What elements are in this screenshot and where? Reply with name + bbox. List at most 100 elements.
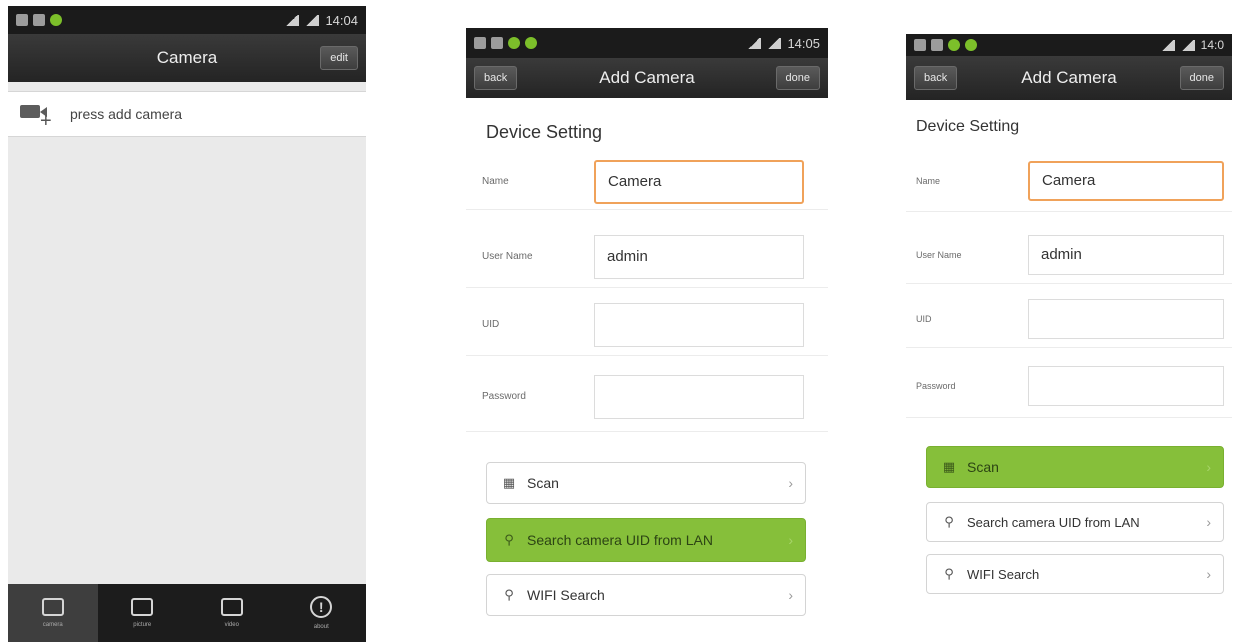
uid-input[interactable]	[1028, 298, 1224, 339]
status-time: 14:0	[1200, 38, 1224, 52]
page-title: Camera	[156, 48, 218, 67]
search-lan-button[interactable]: ⚲ Search camera UID from LAN ›	[486, 518, 806, 562]
cell-signal-icon	[305, 14, 320, 26]
wifi-search-button[interactable]: ⚲ WIFI Search ›	[926, 554, 1224, 594]
chevron-right-icon: ›	[1206, 514, 1211, 530]
wifi-search-label: WIFI Search	[527, 587, 605, 603]
search-icon: ⚲	[944, 514, 954, 529]
search-icon: ⚲	[944, 566, 954, 581]
username-label: User Name	[482, 251, 533, 262]
password-input[interactable]	[594, 374, 804, 419]
tab-video[interactable]: video	[187, 584, 277, 642]
usb-icon	[474, 37, 486, 49]
wifi-signal-icon	[1160, 39, 1175, 51]
password-field-row: Password	[466, 362, 828, 432]
scan-label: Scan	[967, 459, 999, 475]
scan-button[interactable]: ▦ Scan ›	[486, 462, 806, 504]
camera-grid-icon	[41, 598, 64, 616]
chevron-right-icon: ›	[788, 475, 793, 491]
notification-icon	[965, 39, 977, 51]
info-icon: !	[310, 596, 333, 618]
usb-icon	[914, 39, 926, 51]
username-input[interactable]: admin	[594, 234, 804, 279]
file-icon	[491, 37, 503, 49]
cell-signal-icon	[767, 37, 782, 49]
add-camera-icon: +	[20, 101, 54, 131]
uid-label: UID	[916, 313, 932, 324]
chevron-right-icon: ›	[788, 532, 793, 548]
name-input[interactable]: Camera	[594, 159, 804, 204]
edit-button[interactable]: edit	[320, 46, 358, 70]
search-lan-label: Search camera UID from LAN	[527, 532, 713, 548]
done-button[interactable]: done	[1179, 66, 1224, 90]
back-button[interactable]: back	[474, 66, 518, 90]
notification-icon	[948, 39, 960, 51]
scan-button[interactable]: ▦ Scan ›	[926, 446, 1224, 488]
search-icon: ⚲	[504, 587, 514, 602]
tab-label: about	[313, 624, 329, 630]
name-label: Name	[482, 176, 509, 187]
status-bar: 14:0	[906, 34, 1232, 56]
camera-list-screen: 14:04 Camera edit + press add camera cam…	[8, 6, 366, 642]
page-title: Add Camera	[599, 68, 695, 87]
username-label: User Name	[916, 249, 962, 260]
add-camera-screen-scan: 14:0 back Add Camera done Device Setting…	[906, 34, 1232, 642]
name-field-row: Name Camera	[466, 154, 828, 210]
tab-camera[interactable]: camera	[8, 584, 98, 642]
add-camera-label: press add camera	[70, 106, 183, 122]
tab-label: picture	[133, 622, 152, 628]
scan-icon: ▦	[502, 475, 516, 490]
status-bar: 14:05	[466, 28, 828, 58]
password-label: Password	[482, 391, 526, 402]
tab-label: video	[224, 622, 239, 628]
uid-field-row: UID	[466, 294, 828, 356]
username-field-row: User Name admin	[906, 226, 1232, 284]
search-lan-button[interactable]: ⚲ Search camera UID from LAN ›	[926, 502, 1224, 542]
notification-icon	[508, 37, 520, 49]
title-bar: back Add Camera done	[466, 58, 828, 98]
name-field-row: Name Camera	[906, 150, 1232, 212]
username-input[interactable]: admin	[1028, 234, 1224, 275]
chevron-right-icon: ›	[788, 587, 793, 603]
section-title: Device Setting	[486, 122, 603, 142]
wifi-search-button[interactable]: ⚲ WIFI Search ›	[486, 574, 806, 616]
search-icon: ⚲	[504, 532, 514, 547]
file-icon	[33, 14, 45, 26]
tab-about[interactable]: ! about	[277, 584, 367, 642]
wifi-signal-icon	[285, 14, 300, 26]
password-label: Password	[916, 380, 956, 391]
password-input[interactable]	[1028, 365, 1224, 406]
name-input[interactable]: Camera	[1028, 160, 1224, 201]
wifi-signal-icon	[747, 37, 762, 49]
search-lan-label: Search camera UID from LAN	[967, 514, 1140, 530]
back-button[interactable]: back	[914, 66, 958, 90]
wifi-search-label: WIFI Search	[967, 566, 1040, 582]
chevron-right-icon: ›	[1206, 566, 1211, 582]
status-bar: 14:04	[8, 6, 366, 34]
uid-label: UID	[482, 319, 500, 330]
video-icon	[220, 598, 243, 616]
scan-label: Scan	[527, 475, 559, 491]
title-bar: Camera edit	[8, 34, 366, 82]
notification-icon	[525, 37, 537, 49]
done-button[interactable]: done	[775, 66, 820, 90]
add-camera-row[interactable]: + press add camera	[8, 91, 366, 137]
username-field-row: User Name admin	[466, 226, 828, 288]
uid-field-row: UID	[906, 290, 1232, 348]
bottom-tab-bar: camera picture video ! about	[8, 584, 366, 642]
notification-icon	[50, 14, 62, 26]
tab-picture[interactable]: picture	[98, 584, 188, 642]
uid-input[interactable]	[594, 302, 804, 347]
name-label: Name	[916, 175, 941, 186]
section-title: Device Setting	[916, 118, 1020, 135]
password-field-row: Password	[906, 354, 1232, 418]
title-bar: back Add Camera done	[906, 56, 1232, 100]
file-icon	[931, 39, 943, 51]
status-time: 14:05	[787, 35, 820, 51]
add-camera-screen: 14:05 back Add Camera done Device Settin…	[466, 28, 828, 642]
picture-icon	[131, 598, 154, 616]
usb-icon	[16, 14, 28, 26]
tab-label: camera	[42, 622, 63, 628]
chevron-right-icon: ›	[1206, 459, 1211, 475]
scan-icon: ▦	[942, 459, 956, 474]
